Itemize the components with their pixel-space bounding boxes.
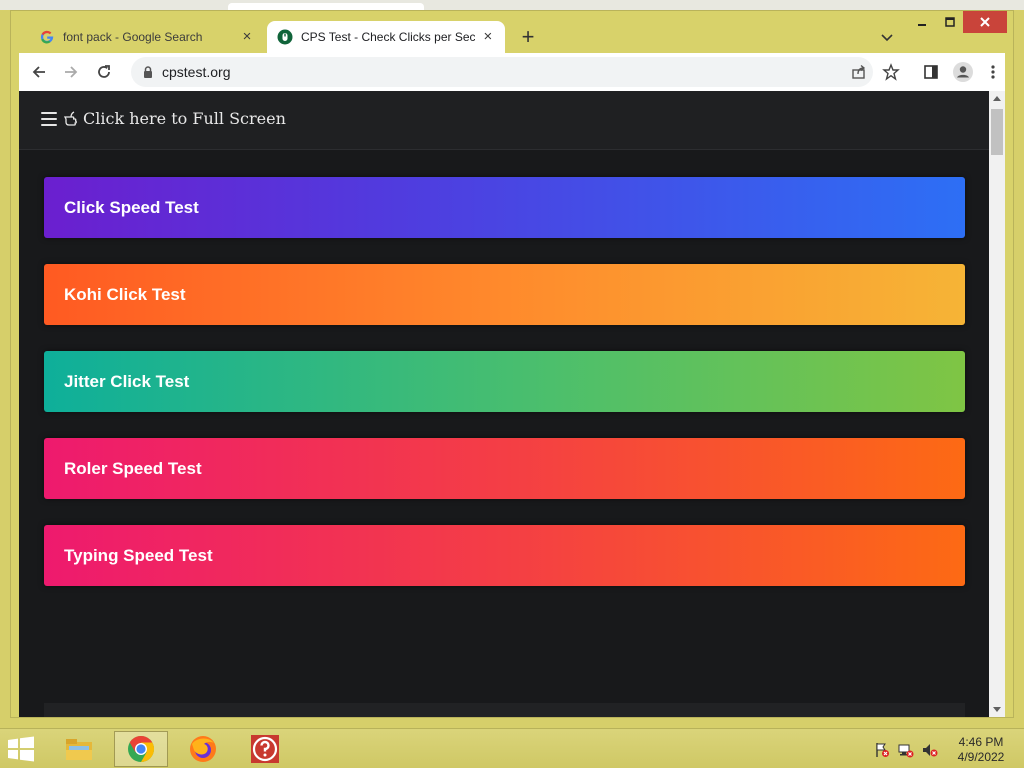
desktop-top-strip — [0, 0, 1024, 10]
background-window-edge — [228, 3, 424, 10]
clock-time: 4:46 PM — [958, 735, 1004, 749]
side-panel-icon[interactable] — [919, 60, 943, 84]
test-card-label: Roler Speed Test — [64, 458, 202, 478]
test-card-label: Kohi Click Test — [64, 284, 186, 304]
url-text: cpstest.org — [162, 64, 231, 80]
maximize-button[interactable] — [939, 11, 961, 33]
jitter-click-test-card[interactable]: Jitter Click Test — [44, 351, 965, 412]
google-g-icon — [39, 29, 55, 45]
test-card-label: Jitter Click Test — [64, 371, 190, 391]
share-icon[interactable] — [847, 60, 871, 84]
browser-toolbar: cpstest.org — [19, 53, 1005, 91]
close-tab-icon[interactable]: × — [239, 29, 255, 45]
close-tab-icon[interactable]: × — [481, 29, 495, 45]
next-section-edge — [44, 703, 965, 717]
windows-start-icon[interactable] — [6, 735, 40, 763]
network-icon[interactable] — [898, 742, 914, 758]
pointing-hand-icon — [63, 110, 82, 128]
kohi-click-test-card[interactable]: Kohi Click Test — [44, 264, 965, 325]
scroll-up-arrow-icon[interactable] — [993, 96, 1001, 101]
tab-search-chevron-icon[interactable] — [877, 27, 897, 47]
reload-icon[interactable] — [92, 60, 116, 84]
help-icon[interactable] — [238, 731, 292, 767]
page-viewport: Click here to Full Screen Click Speed Te… — [19, 91, 1005, 717]
scroll-down-arrow-icon[interactable] — [993, 707, 1001, 712]
page-scrollbar[interactable] — [989, 91, 1005, 717]
profile-avatar-icon[interactable] — [951, 60, 975, 84]
scrollbar-thumb[interactable] — [991, 109, 1003, 155]
minimize-button[interactable] — [911, 11, 933, 33]
test-card-label: Typing Speed Test — [64, 545, 213, 565]
chrome-icon[interactable] — [114, 731, 168, 767]
tab-title: CPS Test - Check Clicks per Second — [301, 30, 475, 44]
lock-icon[interactable] — [141, 65, 155, 79]
fullscreen-text: Click here to Full Screen — [83, 109, 286, 128]
test-card-label: Click Speed Test — [64, 197, 199, 217]
close-window-button[interactable] — [963, 11, 1007, 33]
menu-kebab-icon[interactable] — [981, 60, 1005, 84]
file-explorer-icon[interactable] — [52, 731, 106, 767]
taskbar-clock[interactable]: 4:46 PM 4/9/2022 — [948, 735, 1014, 765]
tab-cps-test[interactable]: CPS Test - Check Clicks per Second × — [267, 21, 505, 53]
roler-speed-test-card[interactable]: Roler Speed Test — [44, 438, 965, 499]
browser-window: font pack - Google Search × CPS Test - C… — [10, 10, 1014, 718]
bookmark-star-icon[interactable] — [879, 60, 903, 84]
typing-speed-test-card[interactable]: Typing Speed Test — [44, 525, 965, 586]
tab-title: font pack - Google Search — [63, 30, 203, 44]
clock-date: 4/9/2022 — [957, 750, 1005, 764]
click-speed-test-card[interactable]: Click Speed Test — [44, 177, 965, 238]
back-arrow-icon[interactable] — [27, 60, 51, 84]
tab-google-search[interactable]: font pack - Google Search × — [29, 21, 265, 53]
taskbar: 4:46 PM 4/9/2022 — [0, 728, 1024, 768]
address-bar[interactable]: cpstest.org — [131, 57, 873, 87]
title-bar: font pack - Google Search × CPS Test - C… — [11, 11, 1013, 53]
forward-arrow-icon[interactable] — [59, 60, 83, 84]
volume-muted-icon[interactable] — [922, 742, 938, 758]
action-center-flag-icon[interactable] — [874, 742, 890, 758]
new-tab-button[interactable]: + — [517, 26, 539, 49]
hamburger-icon[interactable] — [41, 112, 57, 126]
fullscreen-link[interactable]: Click here to Full Screen — [63, 109, 286, 128]
firefox-icon[interactable] — [176, 731, 230, 767]
site-header: Click here to Full Screen — [19, 91, 989, 150]
cpstest-icon — [277, 29, 293, 45]
